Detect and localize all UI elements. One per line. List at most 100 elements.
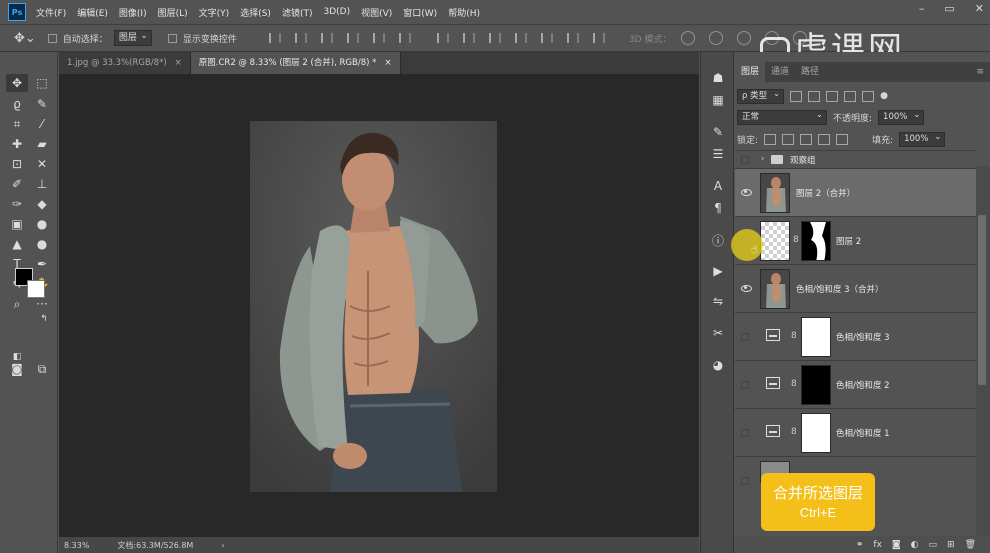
distribute-right-icon[interactable] (566, 33, 579, 43)
crop-icon[interactable]: ⌗ (6, 115, 28, 133)
lock-position-icon[interactable] (800, 134, 813, 145)
tab-original-cr2[interactable]: 原图.CR2 @ 8.33% (图层 2 (合并), RGB/8) * × (190, 52, 401, 74)
auto-select-target[interactable]: 图层 (113, 29, 152, 46)
background-color-swatch[interactable] (27, 280, 45, 298)
healing-icon[interactable]: ✚ (6, 135, 28, 153)
grid-panel-icon[interactable]: ▦ (710, 92, 726, 108)
menu-window[interactable]: 窗口(W) (403, 6, 437, 19)
show-transform-checkbox[interactable] (167, 33, 177, 43)
lock-pixels-icon[interactable] (782, 134, 795, 145)
tab-1jpg[interactable]: 1.jpg @ 33.3%(RGB/8*) × (59, 52, 191, 74)
link-icon[interactable]: 8 (791, 379, 797, 389)
content-move-icon[interactable]: ✕ (31, 155, 53, 173)
link-icon[interactable]: 8 (791, 331, 797, 341)
stamp-icon[interactable]: ⊥ (31, 175, 53, 193)
zoom-icon[interactable]: ⌕ (6, 295, 28, 313)
marquee-icon[interactable]: ⬚ (31, 74, 53, 92)
menu-type[interactable]: 文字(Y) (199, 6, 230, 19)
align-left-icon[interactable] (346, 33, 359, 43)
adjust-panel-icon[interactable]: ☰ (710, 146, 726, 162)
eyedropper-icon[interactable]: ⁄ (31, 115, 53, 133)
lock-all-icon[interactable] (836, 134, 849, 145)
menu-filter[interactable]: 滤镜(T) (282, 6, 313, 19)
tab-channels[interactable]: 通道 (765, 62, 795, 82)
new-layer-icon[interactable]: ⊞ (947, 540, 955, 550)
add-mask-icon[interactable]: ◙ (892, 540, 901, 550)
group-arrow-icon[interactable]: › (761, 154, 764, 164)
quick-mask-icon[interactable]: ◙ (6, 360, 28, 378)
eraser-icon[interactable]: ◆ (31, 195, 53, 213)
distribute-bottom-icon[interactable] (488, 33, 501, 43)
mask-thumbnail[interactable] (801, 365, 831, 405)
delete-layer-icon[interactable]: 🗑 (965, 540, 976, 550)
3d-panel-icon[interactable]: ☗ (710, 70, 726, 86)
color-panel-icon[interactable]: ◕ (710, 357, 726, 373)
filter-smart-icon[interactable] (862, 90, 875, 102)
menu-select[interactable]: 选择(S) (240, 6, 271, 19)
screen-mode-icon[interactable]: ⧉ (31, 360, 53, 378)
close-tab-icon[interactable]: × (384, 58, 391, 68)
3d-pan-icon[interactable] (737, 31, 752, 45)
visibility-eye-icon[interactable] (741, 283, 752, 292)
paragraph-panel-icon[interactable]: ¶ (710, 200, 726, 216)
align-top-icon[interactable] (268, 33, 281, 43)
status-menu-arrow[interactable]: › (221, 541, 224, 550)
minimize-icon[interactable]: – (919, 2, 925, 15)
visibility-eye-icon[interactable] (741, 187, 752, 196)
panel-menu-icon[interactable]: ≡ (970, 62, 990, 82)
filter-pixel-icon[interactable] (790, 90, 803, 102)
maximize-icon[interactable]: ▭ (944, 2, 954, 15)
tools-panel-icon[interactable]: ✂ (710, 325, 726, 341)
visibility-toggle[interactable] (741, 333, 749, 341)
history-panel-icon[interactable]: ⇋ (710, 293, 726, 309)
gradient-icon[interactable]: ▣ (6, 215, 28, 233)
menu-file[interactable]: 文件(F) (36, 6, 66, 19)
3d-roll-icon[interactable] (709, 31, 724, 45)
link-icon[interactable]: 8 (793, 235, 799, 245)
fx-icon[interactable]: fx (873, 540, 882, 550)
opacity-field[interactable]: 100% (878, 109, 925, 125)
scrollbar-thumb[interactable] (978, 215, 986, 385)
visibility-toggle[interactable] (741, 381, 749, 389)
close-tab-icon[interactable]: × (175, 58, 182, 68)
mask-thumbnail[interactable] (801, 317, 831, 357)
swap-colors-icon[interactable]: ↰ (33, 310, 55, 328)
align-hcenter-icon[interactable] (372, 33, 385, 43)
new-adjustment-icon[interactable]: ◐ (911, 540, 919, 550)
distribute-top-icon[interactable] (436, 33, 449, 43)
menu-help[interactable]: 帮助(H) (448, 6, 480, 19)
layer-row[interactable]: 8 图层 2 (735, 216, 976, 264)
filter-shape-icon[interactable] (844, 90, 857, 102)
layer-row[interactable]: 色相/饱和度 3（合并） (735, 264, 976, 312)
3d-orbit-icon[interactable] (681, 31, 696, 45)
distribute-vcenter-icon[interactable] (462, 33, 475, 43)
filter-toggle-icon[interactable]: ● (880, 91, 888, 101)
tab-paths[interactable]: 路径 (795, 62, 825, 82)
pen-icon[interactable]: ✒ (31, 255, 53, 273)
close-icon[interactable]: ✕ (975, 2, 984, 15)
blend-mode-select[interactable]: 正常 (737, 109, 827, 125)
tab-layers[interactable]: 图层 (735, 62, 766, 82)
menu-layer[interactable]: 图层(L) (158, 6, 188, 19)
mask-thumbnail[interactable] (801, 413, 831, 453)
move-tool-preset-icon[interactable]: ✥⌄ (14, 31, 36, 46)
auto-select-checkbox[interactable] (47, 33, 57, 43)
menu-image[interactable]: 图像(I) (119, 6, 147, 19)
magic-wand-icon[interactable]: ✎ (31, 95, 53, 113)
layer-row[interactable]: 8 色相/饱和度 1 (735, 408, 976, 456)
menu-3d[interactable]: 3D(D) (323, 7, 350, 17)
filter-adjust-icon[interactable] (808, 90, 821, 102)
history-brush-icon[interactable]: ✑ (6, 195, 28, 213)
zoom-level[interactable]: 8.33% (64, 541, 89, 550)
auto-align-icon[interactable] (592, 33, 605, 43)
character-panel-icon[interactable]: A (710, 178, 726, 194)
menu-view[interactable]: 视图(V) (361, 6, 392, 19)
mask-thumbnail[interactable] (801, 221, 831, 261)
visibility-toggle[interactable] (741, 429, 749, 437)
bandage-icon[interactable]: ▰ (31, 135, 53, 153)
visibility-toggle[interactable] (741, 477, 749, 485)
brush-panel-icon[interactable]: ✎ (710, 124, 726, 140)
dodge-icon[interactable]: ● (31, 235, 53, 253)
lock-transparent-icon[interactable] (764, 134, 777, 145)
patch-icon[interactable]: ⊡ (6, 155, 28, 173)
